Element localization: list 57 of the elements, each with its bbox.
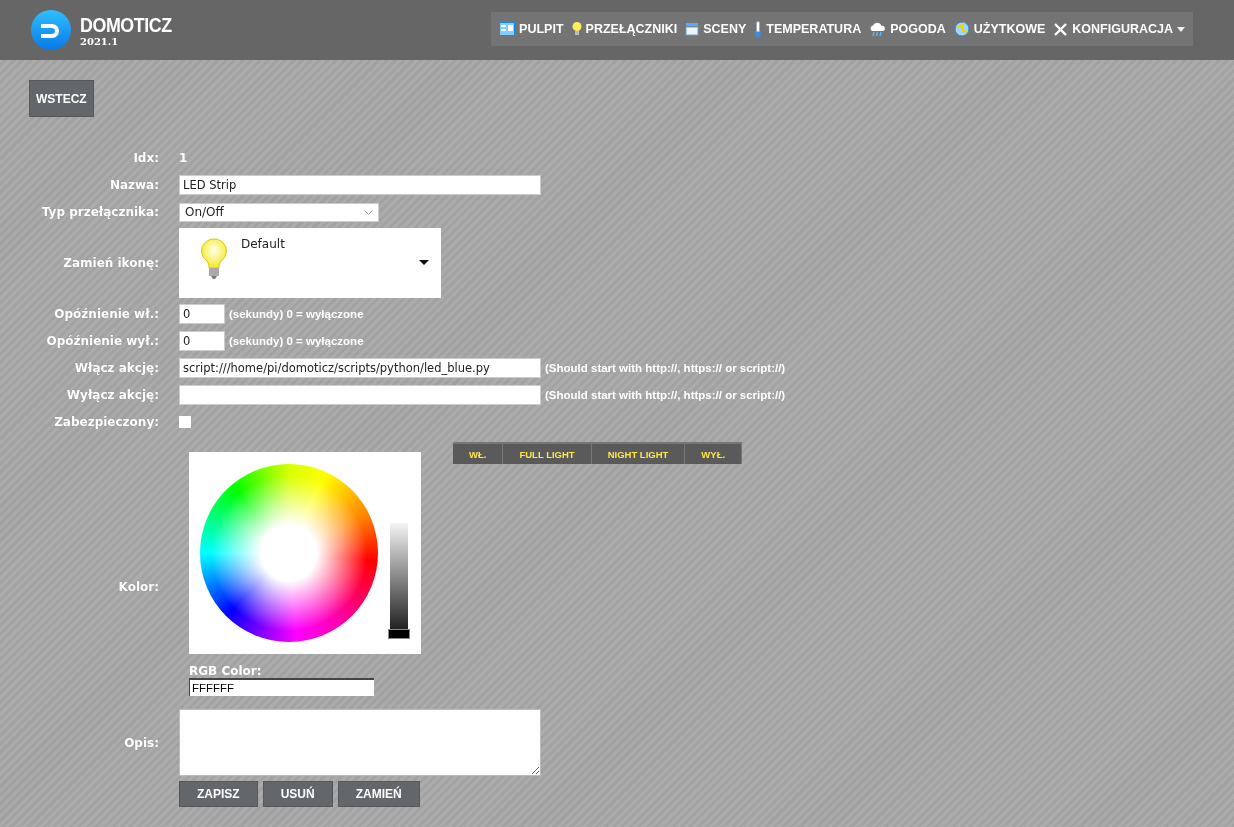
caret-icon (1177, 26, 1185, 32)
globe-icon (953, 21, 970, 37)
hint-text: (Should start with http://, https:// or script://) (545, 362, 786, 374)
action-button[interactable]: ZAMIEŃ (337, 781, 420, 807)
caret-icon (419, 260, 429, 265)
field-label: Zabezpieczony: (53, 415, 160, 429)
field-label: Idx: (132, 151, 160, 165)
back-button[interactable]: WSTECZ (29, 80, 94, 117)
tools-icon (1053, 21, 1069, 37)
field-label: Opis: (123, 735, 160, 750)
rgb-label: RGB Color: (189, 664, 263, 678)
action-input[interactable] (179, 385, 541, 405)
hint-text: (sekundy) 0 = wyłączone (229, 335, 364, 347)
nav-link[interactable]: PULPIT (495, 22, 568, 36)
nav-link[interactable]: PRZEŁĄCZNIKI (567, 21, 682, 37)
checkbox[interactable] (179, 416, 191, 428)
field-label: Nazwa: (108, 178, 160, 192)
hint-text: (sekundy) 0 = wyłączone (229, 308, 364, 320)
name-input[interactable]: LED Strip (179, 175, 541, 195)
preset-button[interactable]: FULL LIGHT (503, 442, 592, 464)
action-input[interactable]: script:///home/pi/domoticz/scripts/python/led_blue.py (179, 358, 541, 378)
action-button[interactable]: ZAPISZ (179, 781, 258, 807)
nav-link[interactable]: UŻYTKOWE (949, 21, 1050, 37)
idx-value: 1 (179, 151, 188, 165)
rain-cloud-icon (869, 21, 887, 37)
field-label: Opóźnienie wył.: (45, 334, 160, 348)
field-label: Wyłącz akcję: (65, 388, 160, 402)
field-label: Opóźnienie wł.: (53, 307, 160, 321)
lightbulb-icon (201, 238, 227, 280)
delay-input[interactable]: 0 (179, 331, 225, 351)
clapperboard-icon (685, 22, 700, 36)
app-version: 2021.1 (80, 35, 120, 47)
nav-link[interactable]: POGODA (865, 21, 950, 37)
thermometer-icon (754, 20, 763, 38)
preset-button[interactable]: NIGHT LIGHT (591, 442, 686, 464)
action-button[interactable]: USUŃ (262, 781, 333, 807)
field-label: Kolor: (117, 580, 160, 594)
field-label: Włącz akcję: (73, 361, 160, 375)
field-label: Zamień ikonę: (62, 256, 160, 270)
nav-link[interactable]: SCENY (681, 22, 751, 36)
nav-link[interactable]: TEMPERATURA (750, 20, 866, 38)
icon-select[interactable]: Default (179, 228, 441, 298)
delay-input[interactable]: 0 (179, 304, 225, 324)
preset-button[interactable]: WŁ. (453, 442, 504, 464)
field-label: Typ przełącznika: (40, 205, 160, 219)
slider-thumb[interactable] (388, 629, 410, 639)
preset-button[interactable]: WYŁ. (685, 442, 743, 464)
hint-text: (Should start with http://, https:// or script://) (545, 389, 786, 401)
app-title: DOMOTICZ (80, 13, 172, 36)
dashboard-icon (499, 22, 516, 36)
switch-type-select[interactable]: On/Off (179, 202, 379, 222)
logo-icon (30, 9, 72, 51)
nav-link[interactable]: KONFIGURACJA (1049, 21, 1189, 37)
chevron-down-icon (364, 209, 373, 215)
rgb-input[interactable]: FFFFFF (189, 678, 374, 696)
lightbulb-icon (571, 21, 582, 37)
brightness-slider[interactable] (390, 523, 408, 637)
